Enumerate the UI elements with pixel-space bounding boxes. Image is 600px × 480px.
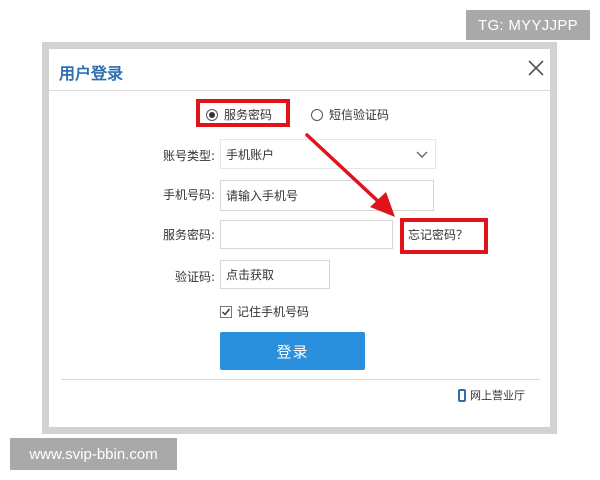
verify-code-field [220,260,330,289]
phone-field [220,180,434,211]
remember-phone-label: 记住手机号码 [237,305,310,319]
divider [61,379,540,380]
remember-phone-checkbox[interactable]: 记住手机号码 [220,303,309,320]
phone-input[interactable] [226,188,426,203]
watermark-badge-bottom: www.svip-bbin.com [10,438,177,470]
account-type-value: 手机账户 [226,147,275,162]
password-label: 服务密码: [162,228,215,242]
verify-code-label: 验证码: [174,270,215,284]
online-hall-link[interactable]: 网上营业厅 [458,387,525,403]
close-icon [528,60,544,76]
phone-label: 手机号码: [162,188,215,202]
radio-unselected-icon [311,108,323,121]
title-bar: 用户登录 [49,49,550,91]
radio-sms-code-label: 短信验证码 [329,108,390,122]
account-type-select[interactable]: 手机账户 [220,139,436,169]
checkbox-checked-icon [220,305,232,318]
verify-code-input[interactable] [226,267,326,282]
account-type-label: 账号类型: [162,149,215,163]
highlight-box-service-password [196,99,290,127]
close-button[interactable] [526,58,546,78]
dialog-title: 用户登录 [59,64,124,83]
online-hall-label: 网上营业厅 [470,389,525,402]
password-field [220,220,393,249]
highlight-box-forgot-password [400,218,488,254]
radio-sms-code[interactable]: 短信验证码 [311,106,389,123]
password-input[interactable] [226,227,386,242]
login-button[interactable]: 登录 [220,332,365,370]
mobile-phone-icon [458,388,466,402]
chevron-down-icon [416,151,428,158]
login-dialog: 用户登录 服务密码 短信验证码 账号类型: 手机账户 手机号码: 服务密码: 忘… [49,49,550,427]
watermark-badge-top: TG: MYYJJPP [466,10,590,40]
